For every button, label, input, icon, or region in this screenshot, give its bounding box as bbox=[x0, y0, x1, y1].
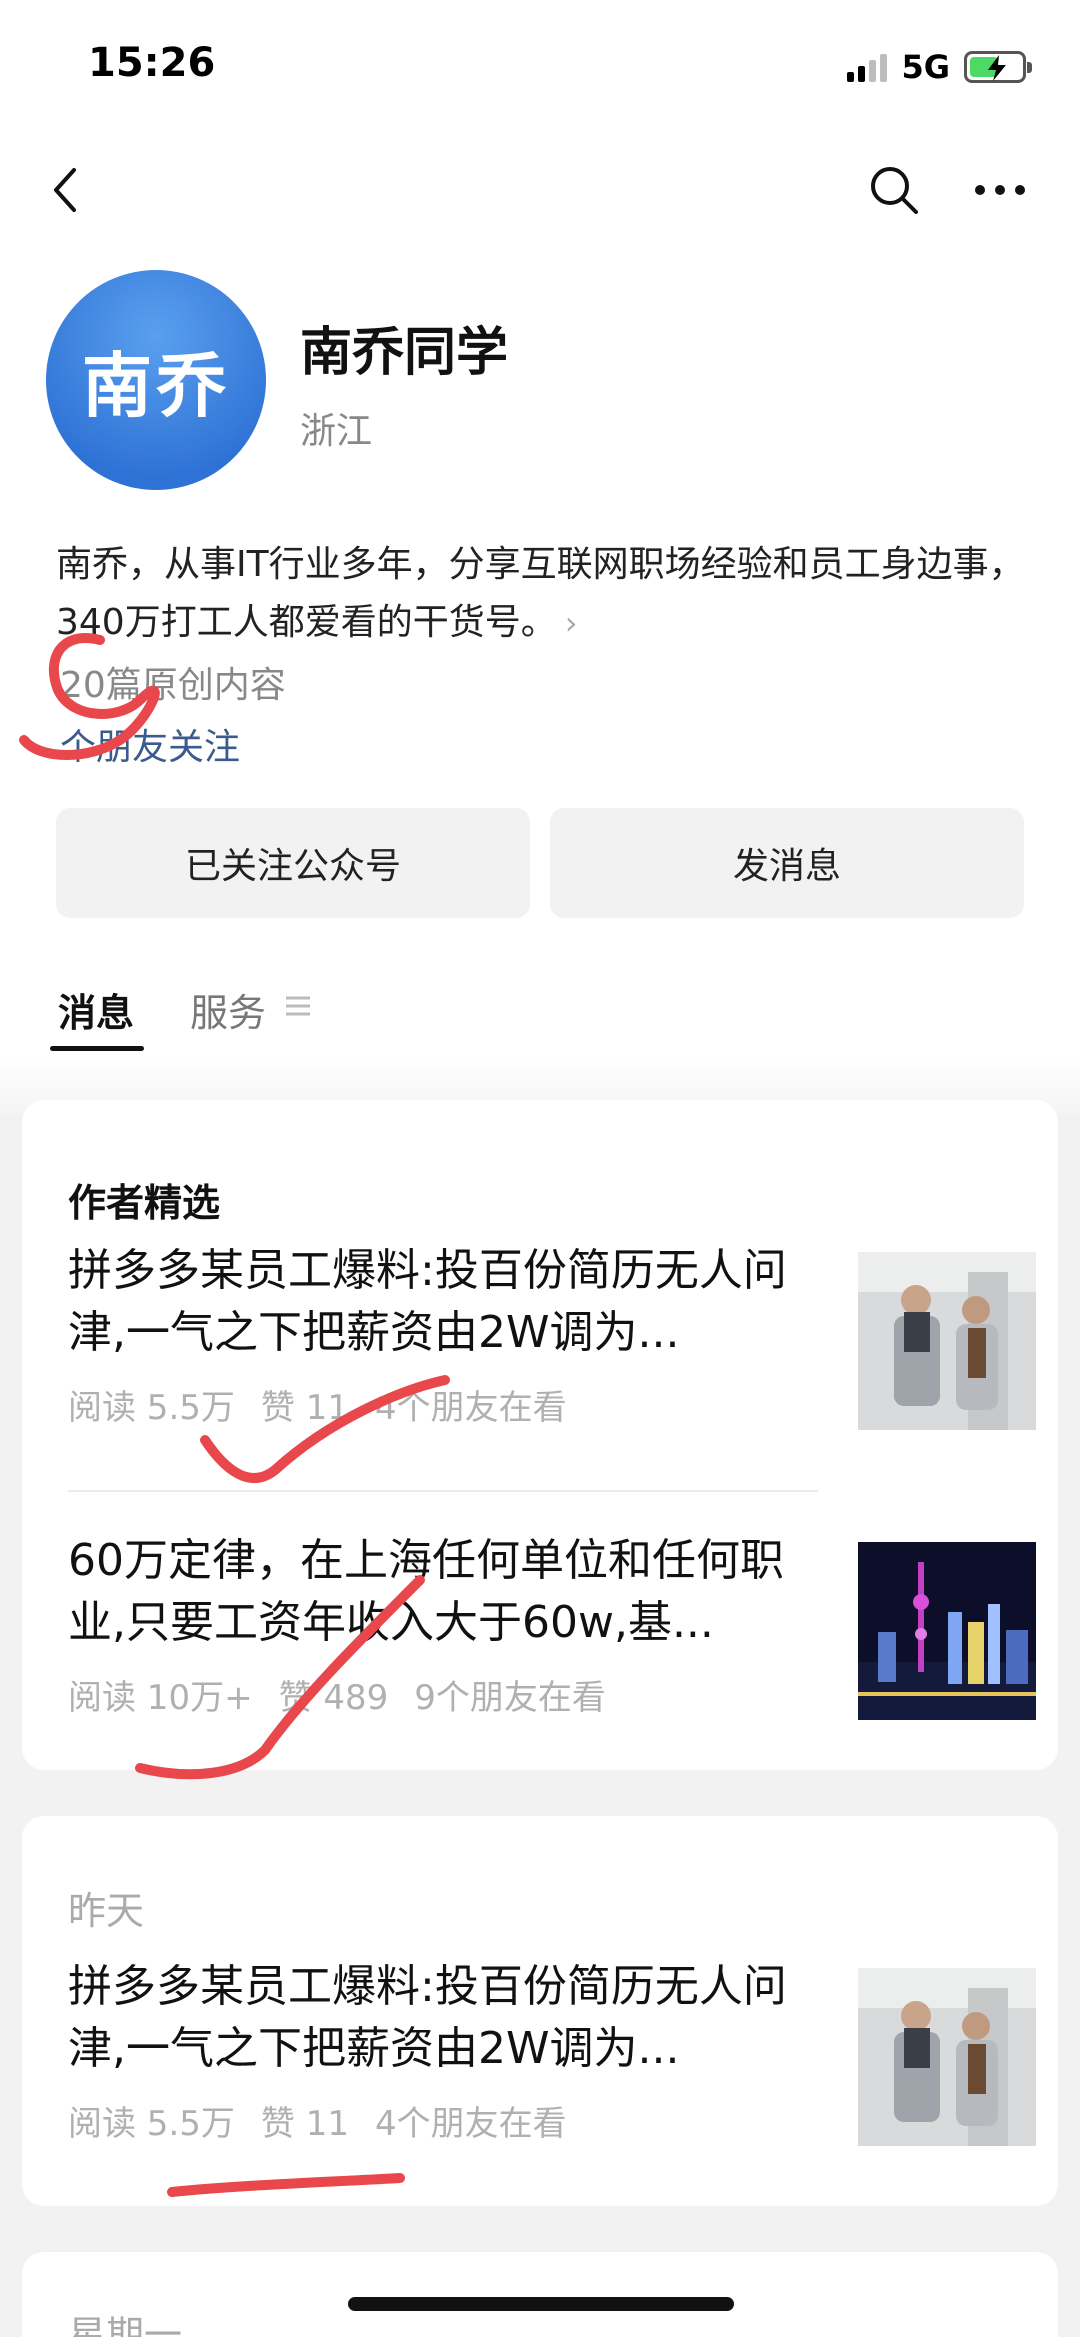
chevron-left-icon[interactable] bbox=[40, 160, 90, 220]
date-heading: 昨天 bbox=[68, 1889, 145, 1933]
like-count: 赞 11 bbox=[260, 2104, 349, 2144]
featured-card: 作者精选 拼多多某员工爆料:投百份简历无人问津,一气之下把薪资由2W调为... … bbox=[22, 1100, 1058, 1770]
account-region: 浙江 bbox=[300, 411, 373, 452]
nav-bar bbox=[0, 150, 1080, 230]
article-item[interactable]: 60万定律，在上海任何单位和任何职业,只要工资年收入大于60w,基... 阅读 … bbox=[68, 1530, 1038, 1720]
article-title: 拼多多某员工爆料:投百份简历无人问津,一气之下把薪资由2W调为... bbox=[68, 1961, 787, 2074]
search-icon[interactable] bbox=[866, 162, 922, 218]
original-content-count[interactable]: 20篇原创内容 bbox=[60, 656, 286, 708]
signal-icon bbox=[847, 52, 888, 82]
article-thumbnail bbox=[858, 1968, 1036, 2146]
read-count: 阅读 10万+ bbox=[68, 1678, 253, 1718]
battery-icon bbox=[964, 51, 1032, 83]
tab-messages[interactable]: 消息 bbox=[58, 982, 134, 1037]
network-type: 5G bbox=[901, 48, 950, 86]
read-count: 阅读 5.5万 bbox=[68, 1388, 235, 1428]
date-heading: 星期一 bbox=[68, 2313, 183, 2337]
article-item[interactable]: 拼多多某员工爆料:投百份简历无人问津,一气之下把薪资由2W调为... 阅读 5.… bbox=[68, 1240, 1038, 1430]
more-horizontal-icon[interactable] bbox=[970, 162, 1030, 218]
send-message-button[interactable]: 发消息 bbox=[550, 808, 1024, 918]
home-indicator bbox=[348, 2297, 734, 2311]
friends-following[interactable]: 个朋友关注 bbox=[60, 718, 240, 770]
active-tab-indicator bbox=[50, 1046, 144, 1051]
followed-button[interactable]: 已关注公众号 bbox=[56, 808, 530, 918]
article-meta: 阅读 5.5万赞 11 4个朋友在看 bbox=[68, 1380, 593, 1429]
status-time: 15:26 bbox=[88, 40, 216, 86]
avatar[interactable]: 南乔 bbox=[46, 270, 266, 490]
article-title: 60万定律，在上海任何单位和任何职业,只要工资年收入大于60w,基... bbox=[68, 1535, 784, 1648]
like-count: 赞 11 bbox=[260, 1388, 349, 1428]
menu-icon bbox=[286, 996, 310, 1016]
article-thumbnail bbox=[858, 1542, 1036, 1720]
article-title: 拼多多某员工爆料:投百份简历无人问津,一气之下把薪资由2W调为... bbox=[68, 1245, 787, 1358]
tab-services[interactable]: 服务 bbox=[190, 982, 266, 1037]
chevron-right-icon: › bbox=[564, 604, 578, 642]
monday-card: 星期一 bbox=[22, 2252, 1058, 2337]
like-count: 赞 489 bbox=[278, 1678, 389, 1718]
featured-heading: 作者精选 bbox=[68, 1181, 221, 1225]
yesterday-card: 昨天 拼多多某员工爆料:投百份简历无人问津,一气之下把薪资由2W调为... 阅读… bbox=[22, 1816, 1058, 2206]
bio-text: 南乔，从事IT行业多年，分享互联网职场经验和员工身边事，340万打工人都爱看的干… bbox=[56, 544, 1025, 643]
article-item[interactable]: 拼多多某员工爆料:投百份简历无人问津,一气之下把薪资由2W调为... 阅读 5.… bbox=[68, 1956, 1038, 2146]
friends-viewing: 4个朋友在看 bbox=[374, 2104, 567, 2144]
status-indicators: 5G bbox=[847, 48, 1032, 86]
read-count: 阅读 5.5万 bbox=[68, 2104, 235, 2144]
article-meta: 阅读 10万+ 赞 489 9个朋友在看 bbox=[68, 1670, 632, 1719]
account-bio[interactable]: 南乔，从事IT行业多年，分享互联网职场经验和员工身边事，340万打工人都爱看的干… bbox=[56, 536, 1036, 652]
friends-viewing: 4个朋友在看 bbox=[374, 1388, 567, 1428]
status-bar: 15:26 5G bbox=[0, 0, 1080, 140]
article-meta: 阅读 5.5万赞 11 4个朋友在看 bbox=[68, 2096, 593, 2145]
article-thumbnail bbox=[858, 1252, 1036, 1430]
divider bbox=[68, 1490, 818, 1492]
friends-viewing: 9个朋友在看 bbox=[414, 1678, 606, 1718]
account-name: 南乔同学 bbox=[300, 323, 509, 383]
